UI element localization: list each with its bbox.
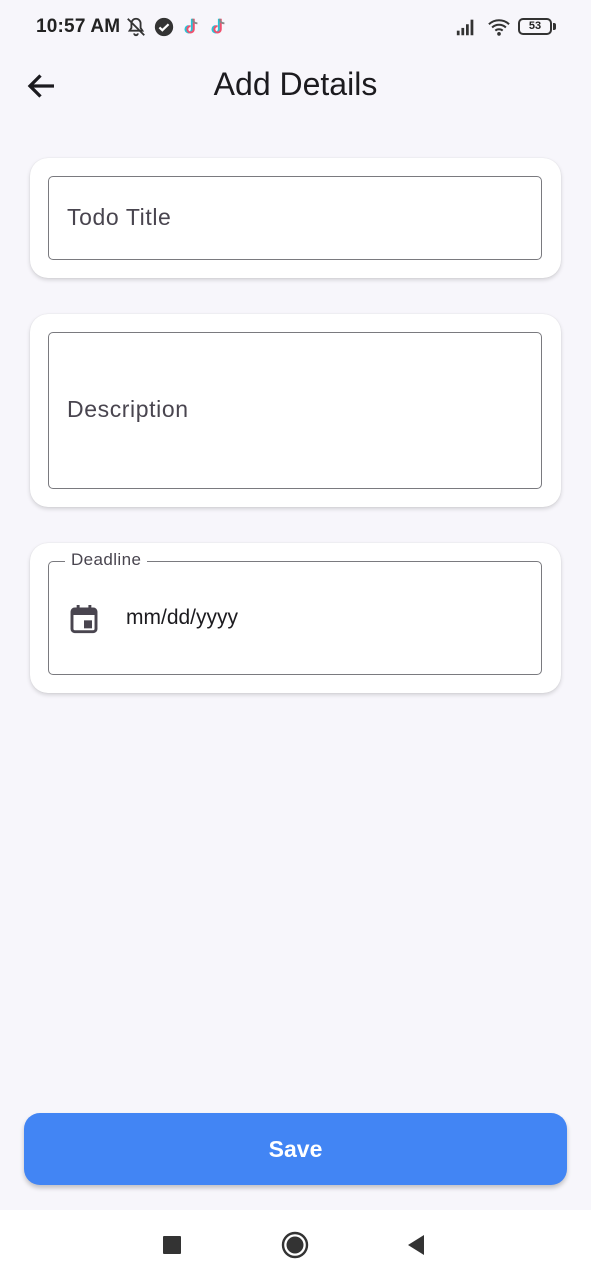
tiktok-icon [211, 18, 225, 34]
battery-icon: 53 [518, 18, 552, 35]
deadline-card: Deadline mm/dd/yyyy [30, 543, 561, 693]
system-nav-bar [0, 1210, 591, 1280]
todo-title-placeholder: Todo Title [67, 204, 172, 230]
status-time: 10:57 AM [36, 16, 121, 37]
tiktok-icon [184, 18, 198, 34]
app-bar: Add Details [0, 56, 591, 116]
description-placeholder: Description [67, 396, 189, 422]
calendar-icon[interactable] [68, 602, 100, 636]
description-card: Description [30, 314, 561, 507]
status-bar: 10:57 AM 53 [0, 0, 591, 56]
check-circle-icon [154, 17, 174, 37]
save-button[interactable]: Save [24, 1113, 567, 1185]
deadline-label: Deadline [65, 550, 148, 570]
battery-tip [553, 23, 556, 30]
todo-title-input[interactable]: Todo Title [48, 176, 542, 260]
home-circle-icon[interactable] [280, 1230, 310, 1260]
description-input[interactable]: Description [48, 332, 542, 489]
battery-level: 53 [528, 20, 542, 32]
notifications-off-icon [127, 17, 145, 37]
deadline-date-field[interactable]: Deadline mm/dd/yyyy [48, 550, 542, 675]
page-title: Add Details [213, 66, 378, 102]
back-triangle-icon[interactable] [402, 1230, 432, 1260]
screen: 10:57 AM 53 Add Details Todo Title Descr… [0, 0, 591, 1280]
signal-icon [456, 19, 474, 36]
recents-square-icon[interactable] [157, 1230, 187, 1260]
title-card: Todo Title [30, 158, 561, 278]
deadline-value: mm/dd/yyyy [126, 606, 239, 629]
wifi-icon [488, 19, 510, 36]
